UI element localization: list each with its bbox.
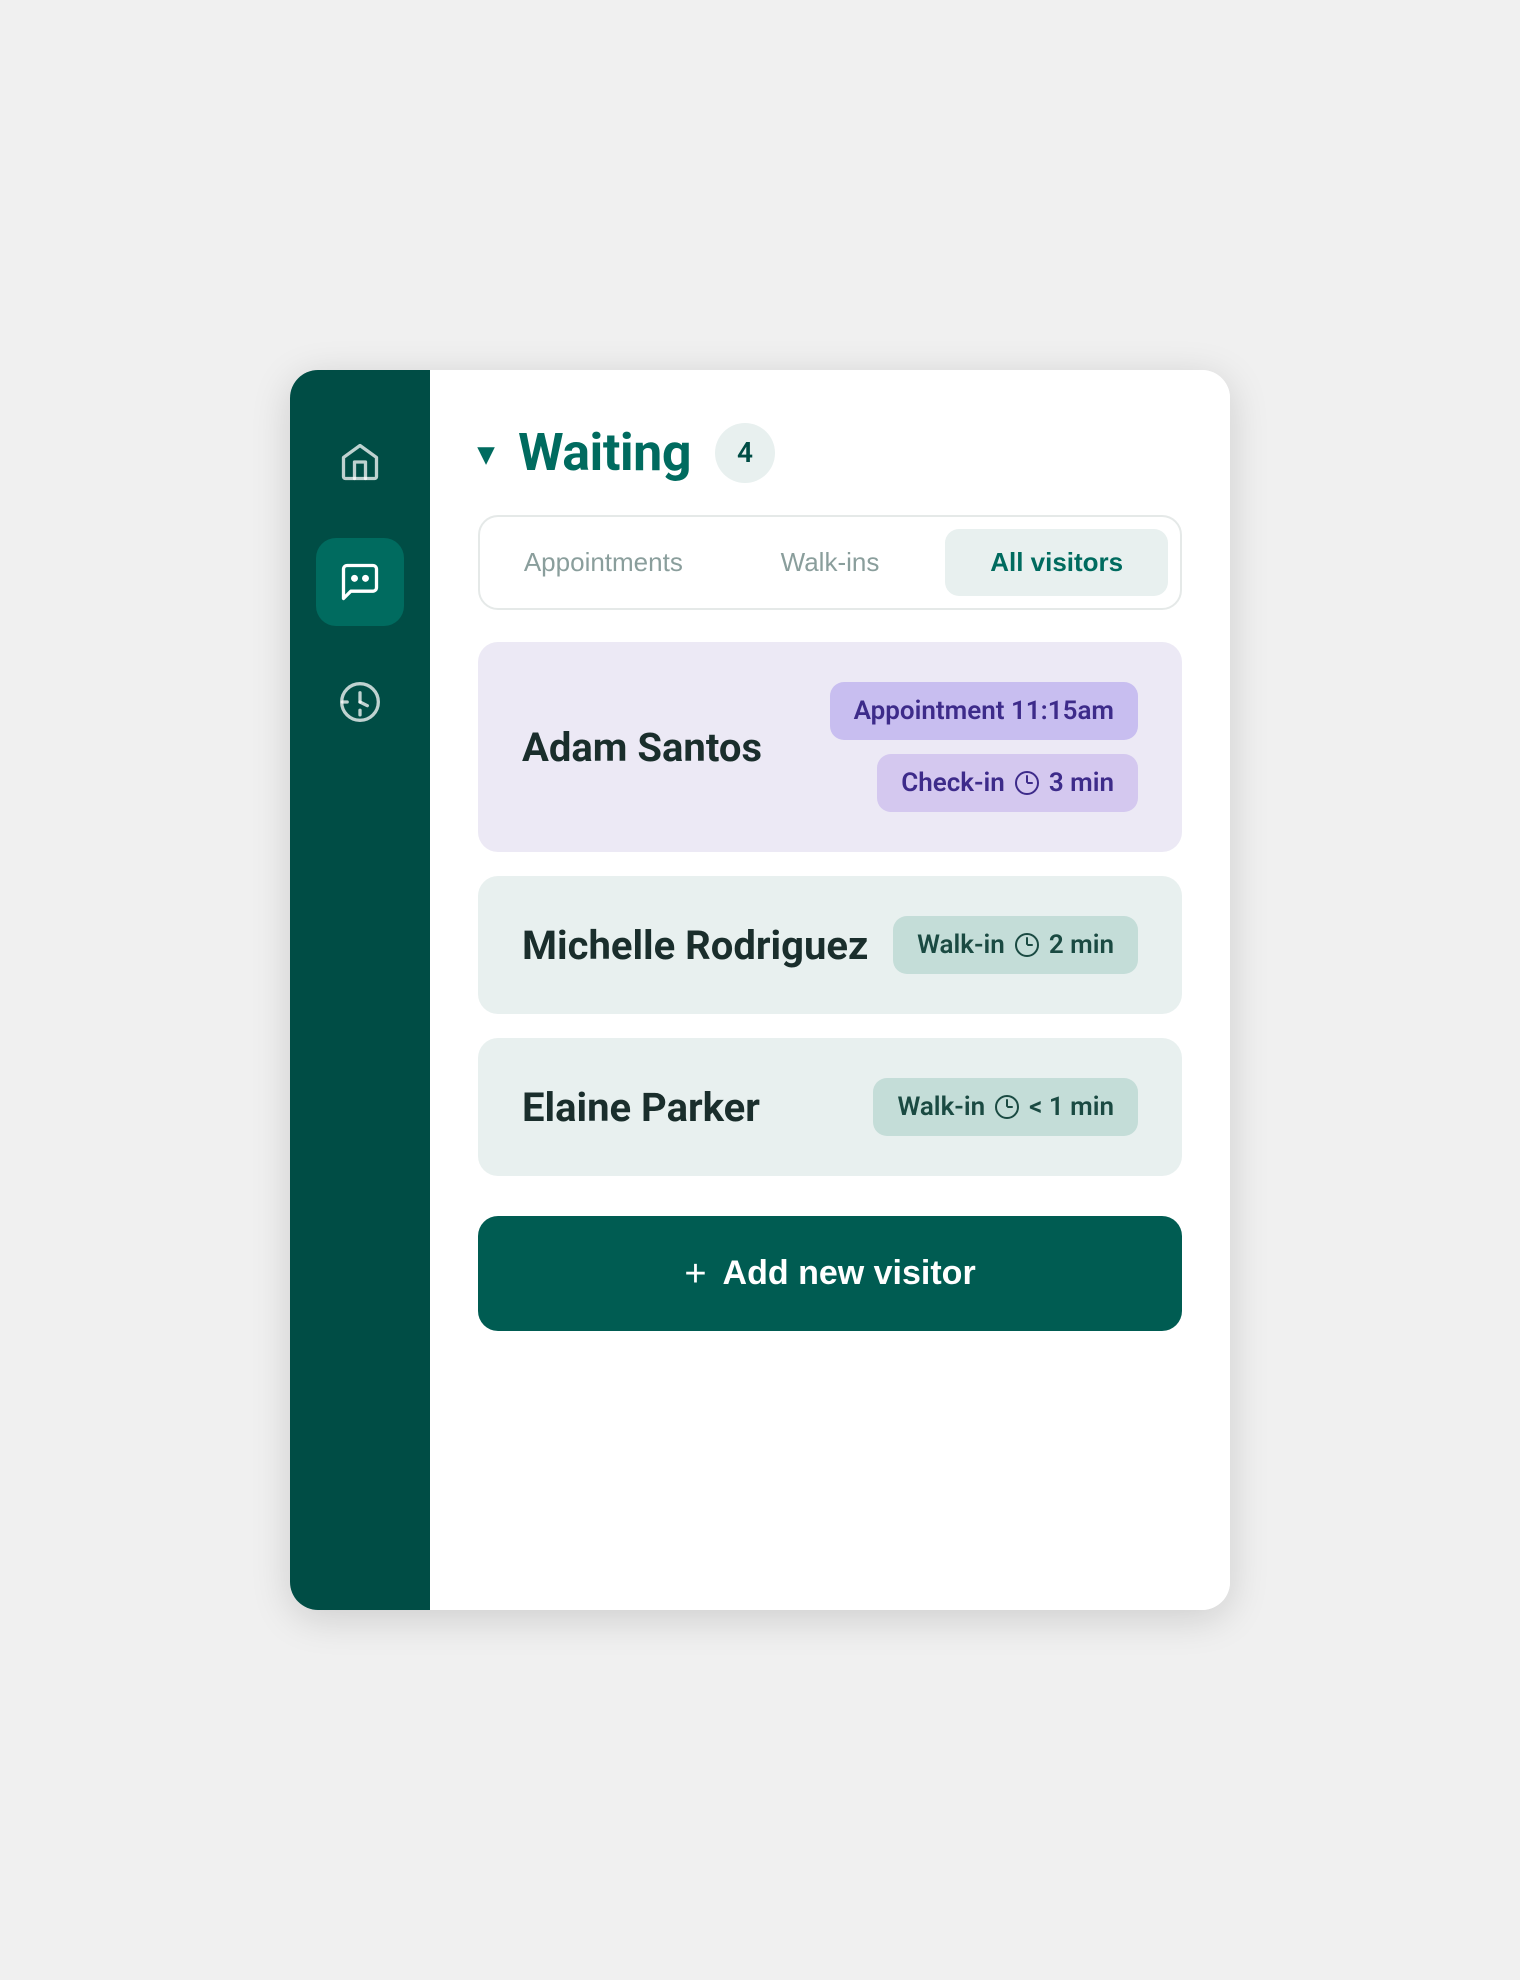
walkin-label: Walk-in: [917, 930, 1005, 960]
home-icon: [338, 440, 382, 484]
visitor-name: Adam Santos: [522, 724, 762, 771]
checkin-label: Check-in: [901, 768, 1005, 798]
tab-appointments[interactable]: Appointments: [492, 529, 715, 596]
visitor-card-elaine[interactable]: Elaine Parker Walk-in < 1 min: [478, 1038, 1182, 1176]
walkin-time: 2 min: [1049, 930, 1114, 960]
visitor-badges: Walk-in 2 min: [893, 916, 1138, 974]
main-content: ▾ Waiting 4 Appointments Walk-ins All vi…: [430, 370, 1230, 1610]
reports-icon: [338, 680, 382, 724]
sidebar-item-reports[interactable]: [316, 658, 404, 746]
plus-icon: +: [684, 1255, 706, 1293]
checkin-time: 3 min: [1049, 768, 1114, 798]
clock-icon: [995, 1095, 1019, 1119]
visitor-name: Michelle Rodriguez: [522, 922, 868, 969]
app-container: ▾ Waiting 4 Appointments Walk-ins All vi…: [290, 370, 1230, 1610]
chat-icon: [338, 560, 382, 604]
waiting-count-badge: 4: [715, 423, 775, 483]
tab-all-visitors[interactable]: All visitors: [945, 529, 1168, 596]
filter-tabs: Appointments Walk-ins All visitors: [478, 515, 1182, 610]
appointment-badge: Appointment 11:15am: [830, 682, 1138, 740]
add-visitor-label: Add new visitor: [723, 1254, 976, 1293]
sidebar-item-chat[interactable]: [316, 538, 404, 626]
walkin-badge: Walk-in < 1 min: [873, 1078, 1138, 1136]
walkin-badge: Walk-in 2 min: [893, 916, 1138, 974]
tab-walkins[interactable]: Walk-ins: [719, 529, 942, 596]
chevron-down-icon[interactable]: ▾: [478, 434, 494, 472]
visitor-name: Elaine Parker: [522, 1084, 760, 1131]
page-title: Waiting: [518, 422, 691, 483]
waiting-header: ▾ Waiting 4: [478, 422, 1182, 483]
sidebar-item-home[interactable]: [316, 418, 404, 506]
visitor-badges: Walk-in < 1 min: [873, 1078, 1138, 1136]
checkin-badge: Check-in 3 min: [877, 754, 1138, 812]
walkin-label: Walk-in: [897, 1092, 985, 1122]
clock-icon: [1015, 933, 1039, 957]
visitor-card-michelle[interactable]: Michelle Rodriguez Walk-in 2 min: [478, 876, 1182, 1014]
visitor-badges: Appointment 11:15am Check-in 3 min: [830, 682, 1138, 812]
visitor-cards-list: Adam Santos Appointment 11:15am Check-in…: [478, 642, 1182, 1176]
add-visitor-button[interactable]: + Add new visitor: [478, 1216, 1182, 1331]
walkin-time: < 1 min: [1029, 1092, 1114, 1122]
sidebar: [290, 370, 430, 1610]
clock-icon: [1015, 771, 1039, 795]
visitor-card-adam[interactable]: Adam Santos Appointment 11:15am Check-in…: [478, 642, 1182, 852]
